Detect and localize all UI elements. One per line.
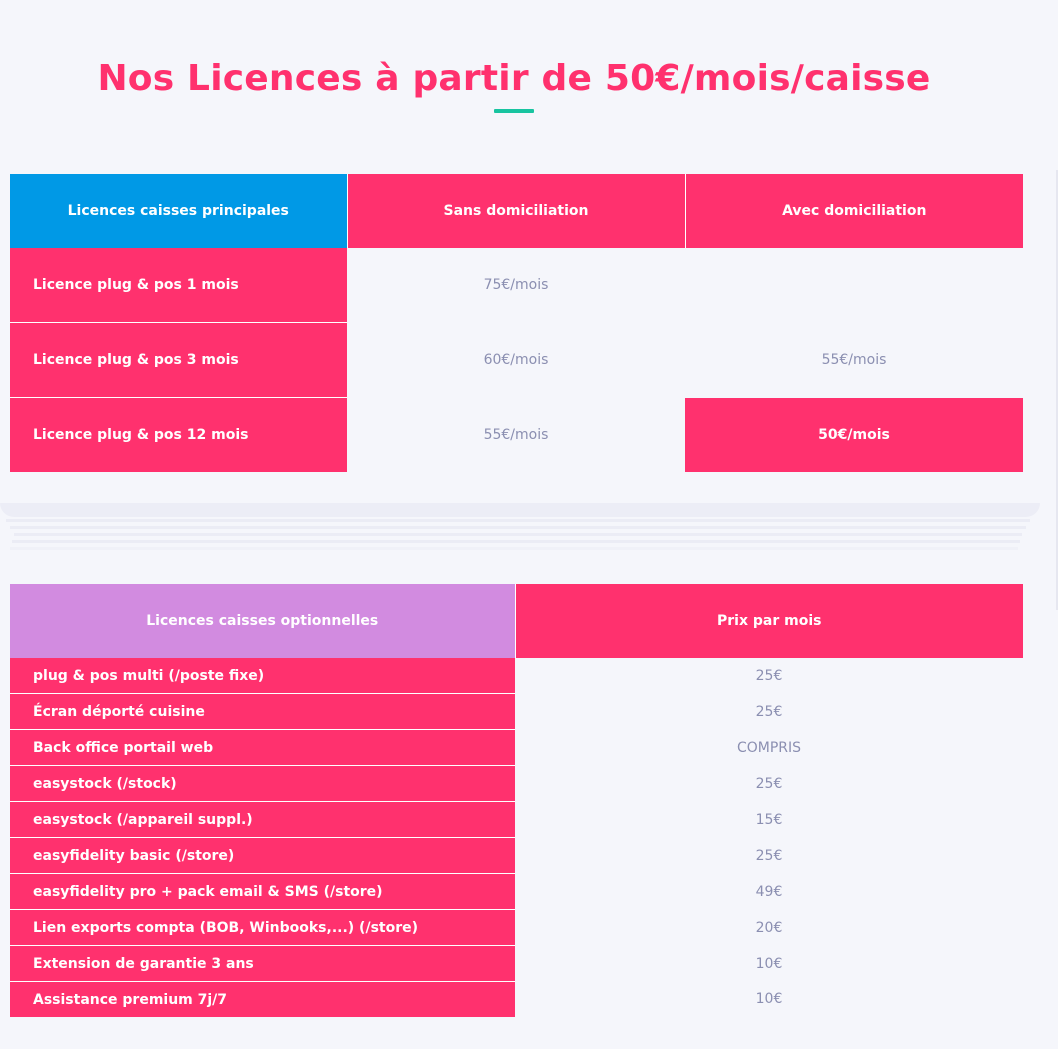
list-item: Assistance premium 7j/7 10€ <box>10 981 1023 1017</box>
option-label: easyfidelity pro + pack email & SMS (/st… <box>10 873 515 910</box>
price-sans: 55€/mois <box>483 426 549 443</box>
header-licences-optionnelles: Licences caisses optionnelles <box>10 584 516 658</box>
list-item: plug & pos multi (/poste fixe) 25€ <box>10 658 1023 694</box>
option-label: easyfidelity basic (/store) <box>10 837 515 874</box>
option-price: 25€ <box>755 703 783 720</box>
list-item: Back office portail web COMPRIS <box>10 729 1023 766</box>
list-item: Lien exports compta (BOB, Winbooks,...) … <box>10 909 1023 946</box>
page-title: Nos Licences à partir de 50€/mois/caisse <box>97 58 931 100</box>
section-divider <box>0 503 1040 555</box>
option-label: Back office portail web <box>10 729 515 766</box>
option-label: Lien exports compta (BOB, Winbooks,...) … <box>10 909 515 946</box>
option-label: Écran déporté cuisine <box>10 693 515 730</box>
option-label: plug & pos multi (/poste fixe) <box>10 658 515 694</box>
table-row: Licence plug & pos 1 mois 75€/mois <box>10 248 1023 323</box>
list-item: easystock (/stock) 25€ <box>10 765 1023 802</box>
option-label: easystock (/stock) <box>10 765 515 802</box>
option-price: 25€ <box>755 847 783 864</box>
option-label: Assistance premium 7j/7 <box>10 981 515 1017</box>
option-price: 15€ <box>755 811 783 828</box>
price-avec-highlight: 50€/mois <box>685 397 1023 472</box>
table-row: Licence plug & pos 12 mois 55€/mois 50€/… <box>10 397 1023 472</box>
price-sans: 60€/mois <box>483 352 549 368</box>
list-item: Extension de garantie 3 ans 10€ <box>10 945 1023 982</box>
main-licences-table: Licences caisses principales Sans domici… <box>10 174 1023 472</box>
row-label: Licence plug & pos 1 mois <box>10 248 347 323</box>
options-table-header-row: Licences caisses optionnelles Prix par m… <box>10 584 1023 658</box>
price-avec <box>685 248 1023 323</box>
row-label: Licence plug & pos 12 mois <box>10 397 347 472</box>
list-item: easyfidelity pro + pack email & SMS (/st… <box>10 873 1023 910</box>
list-item: Écran déporté cuisine 25€ <box>10 693 1023 730</box>
row-label: Licence plug & pos 3 mois <box>10 322 347 398</box>
main-table-header-row: Licences caisses principales Sans domici… <box>10 174 1023 248</box>
option-price: COMPRIS <box>736 739 802 756</box>
list-item: easyfidelity basic (/store) 25€ <box>10 837 1023 874</box>
header-licences-principales: Licences caisses principales <box>10 174 348 248</box>
title-underline <box>494 109 534 113</box>
table-row: Licence plug & pos 3 mois 60€/mois 55€/m… <box>10 322 1023 398</box>
optional-licences-table: Licences caisses optionnelles Prix par m… <box>10 584 1023 1017</box>
option-price: 10€ <box>755 991 783 1008</box>
price-avec: 55€/mois <box>821 352 887 368</box>
option-price: 25€ <box>755 775 783 792</box>
option-price: 49€ <box>755 883 783 900</box>
price-sans: 75€/mois <box>483 277 549 294</box>
option-price: 20€ <box>755 919 783 936</box>
option-price: 25€ <box>755 667 783 684</box>
option-price: 10€ <box>755 955 783 972</box>
header-prix-par-mois: Prix par mois <box>515 584 1023 658</box>
option-label: easystock (/appareil suppl.) <box>10 801 515 838</box>
list-item: easystock (/appareil suppl.) 15€ <box>10 801 1023 838</box>
header-avec-domiciliation: Avec domiciliation <box>685 174 1023 248</box>
header-sans-domiciliation: Sans domiciliation <box>347 174 686 248</box>
option-label: Extension de garantie 3 ans <box>10 945 515 982</box>
